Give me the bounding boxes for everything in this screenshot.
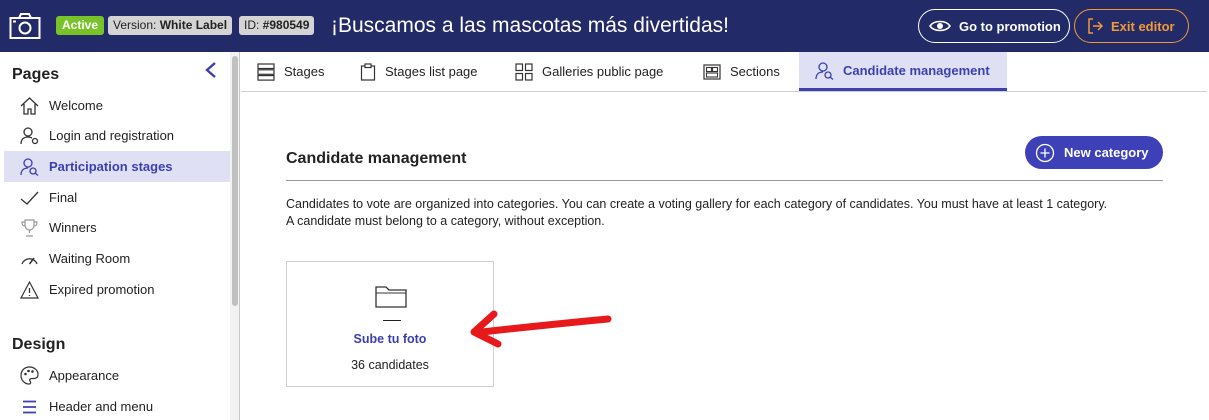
description-line: A candidate must belong to a category, w… [286,214,605,228]
sidebar-item-label: Waiting Room [49,251,131,266]
palette-icon [20,366,39,385]
folder-icon [375,286,407,308]
description: Candidates to vote are organized into ca… [286,196,1176,230]
sidebar-item-welcome[interactable]: Welcome [4,90,230,121]
tab-candidate-management[interactable]: Candidate management [799,52,1007,91]
sidebar-scrollbar-thumb[interactable] [232,56,238,306]
tab-label: Candidate management [843,62,990,78]
go-to-promotion-button[interactable]: Go to promotion [918,9,1070,43]
home-icon [20,96,39,115]
go-to-promotion-label: Go to promotion [959,18,1061,34]
exit-editor-button[interactable]: Exit editor [1074,9,1189,43]
title-divider [286,180,1163,181]
checkmark-icon [20,191,39,205]
menu-icon [23,400,36,413]
new-category-button[interactable]: New category [1025,136,1163,169]
sidebar-item-expired-promotion[interactable]: Expired promotion [4,274,230,305]
user-gear-icon [20,127,39,145]
sidebar-item-final[interactable]: Final [4,182,230,213]
sidebar-item-label: Final [49,190,78,205]
sidebar-item-participation-stages[interactable]: Participation stages [4,151,230,182]
sidebar: Pages Welcome Login and registration Par… [0,52,230,420]
tab-bar: Stages Stages list page Galleries public… [241,52,1207,92]
sidebar-item-login-and-registration[interactable]: Login and registration [4,120,230,151]
plus-circle-icon [1035,143,1055,162]
tab-label: Sections [730,64,780,79]
status-badge: Active [56,16,105,35]
user-search-icon [20,158,39,176]
new-category-label: New category [1064,145,1149,160]
version-badge: Version: White Label [108,16,233,35]
promotion-title: ¡Buscamos a las mascotas más divertidas! [331,14,729,37]
stages-icon [257,62,275,81]
page-title: Candidate management [286,150,467,167]
tab-galleries-public-page[interactable]: Galleries public page [499,52,679,91]
top-bar: Active Version: White Label ID: #980549 … [0,0,1209,52]
id-badge: ID: #980549 [239,16,315,35]
design-heading: Design [12,336,66,353]
collapse-sidebar-icon[interactable] [203,61,219,79]
sidebar-item-label: Welcome [49,98,103,113]
exit-icon [1088,18,1103,34]
pages-heading: Pages [12,66,60,83]
id-prefix: ID: [244,18,263,32]
tab-label: Stages [284,64,325,79]
camera-icon [9,13,41,39]
tab-label: Galleries public page [542,64,664,79]
warning-icon [20,280,39,299]
sidebar-item-appearance[interactable]: Appearance [4,360,230,391]
card-divider [383,320,401,321]
tab-label: Stages list page [385,64,478,79]
sidebar-item-label: Appearance [49,368,120,383]
id-value: #980549 [262,18,310,32]
eye-icon [929,20,951,32]
description-line: Candidates to vote are organized into ca… [286,197,1108,211]
speedometer-icon [21,257,38,265]
version-value: White Label [159,18,228,32]
sidebar-item-label: Header and menu [49,399,154,414]
sidebar-scrollbar[interactable] [230,52,240,420]
category-card[interactable]: Sube tu foto 36 candidates [286,261,494,387]
sidebar-item-label: Login and registration [49,128,175,143]
exit-editor-label: Exit editor [1111,18,1175,34]
tab-stages[interactable]: Stages [241,52,340,91]
sidebar-item-winners[interactable]: Winners [4,212,230,243]
clipboard-icon [360,62,376,81]
sidebar-item-label: Participation stages [49,159,173,174]
user-search-icon [815,61,834,80]
tab-sections[interactable]: Sections [687,52,796,91]
sidebar-item-waiting-room[interactable]: Waiting Room [4,243,230,274]
category-count: 36 candidates [351,358,429,372]
sidebar-item-label: Winners [49,220,97,235]
sidebar-item-header-and-menu[interactable]: Header and menu [4,391,230,420]
category-name[interactable]: Sube tu foto [287,332,493,346]
tab-stages-list-page[interactable]: Stages list page [344,52,494,91]
grid-icon [515,62,533,81]
version-prefix: Version: [113,18,160,32]
trophy-icon [21,218,38,237]
sidebar-item-label: Expired promotion [49,282,155,297]
annotation-arrow [470,310,612,348]
sections-icon [703,63,721,80]
